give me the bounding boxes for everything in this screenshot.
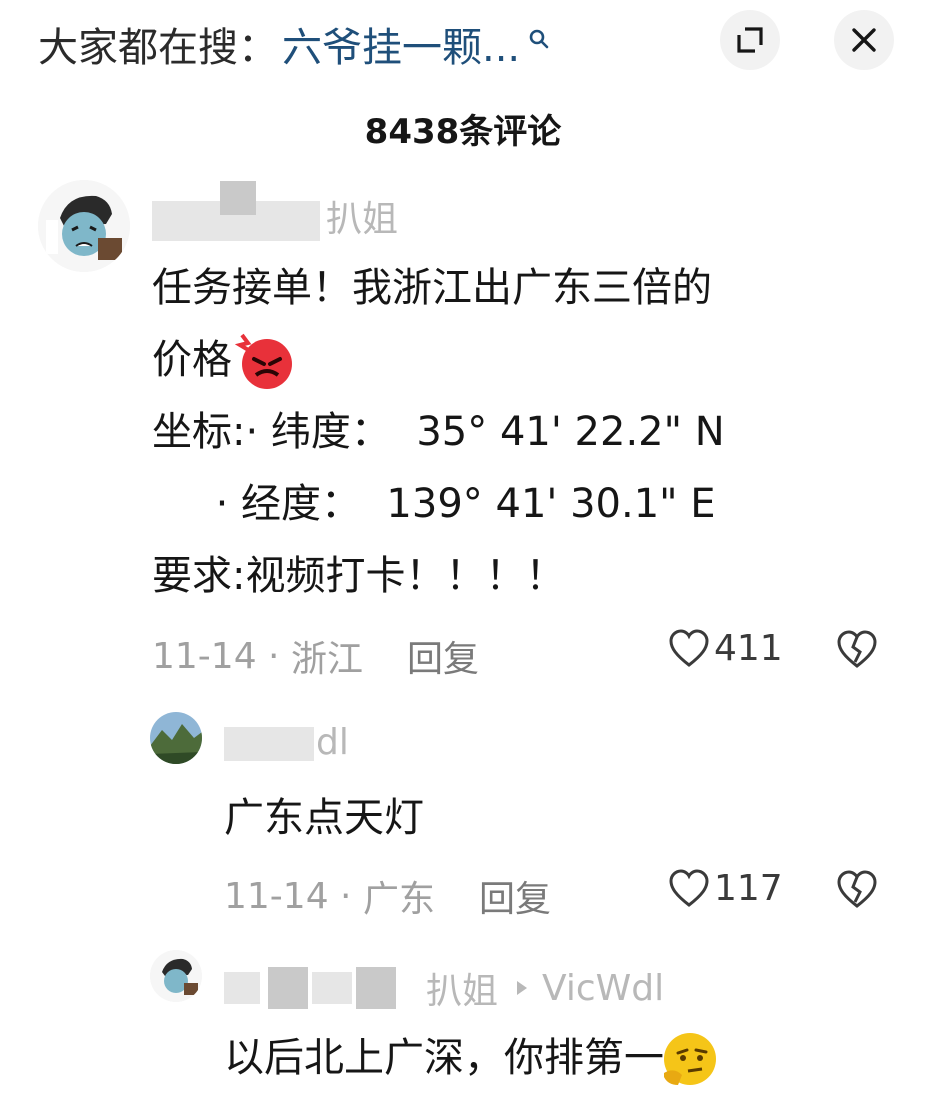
trending-search-prefix: 大家都在搜： xyxy=(38,25,278,71)
redaction-box xyxy=(268,967,308,1009)
comment-line: 要求:视频打卡！！！！ xyxy=(152,553,566,599)
comment-line: 坐标:· 纬度： 35° 41' 22.2" N xyxy=(152,409,725,455)
comment-line: 任务接单！我浙江出广东三倍的 xyxy=(152,265,712,311)
reply-button[interactable]: 回复 xyxy=(479,870,551,922)
reply-to-username[interactable]: VicWdl xyxy=(542,968,664,1009)
reply-username-fragment: dl xyxy=(316,722,349,763)
reply-date: 11-14 xyxy=(224,875,329,917)
reply-username[interactable]: dl xyxy=(224,722,349,763)
reply-button[interactable]: 回复 xyxy=(407,630,479,682)
reply-body: 以后北上广深，你排第一 xyxy=(224,1022,720,1094)
heart-icon xyxy=(669,628,709,667)
comment-line: · 经度： 139° 41' 30.1" E xyxy=(152,481,716,527)
close-icon xyxy=(852,28,876,52)
reply-username-fragment: 扒姐 xyxy=(426,971,499,1012)
like-button[interactable]: 411 xyxy=(668,628,783,669)
reply-meta: 11-14 · 广东 回复 xyxy=(224,870,551,922)
comment-username[interactable]: 扒姐 xyxy=(152,181,399,242)
reply-body: 广东点天灯 xyxy=(224,795,424,841)
search-icon[interactable] xyxy=(528,14,550,60)
comment-location: 浙江 xyxy=(290,639,363,680)
angry-face-emoji-icon xyxy=(234,329,296,391)
comment-body: 任务接单！我浙江出广东三倍的 价格 坐标:· 纬度： 35° 41' 22.2"… xyxy=(152,252,725,612)
avatar[interactable] xyxy=(38,180,130,272)
broken-heart-icon xyxy=(837,870,877,908)
expand-icon xyxy=(737,27,763,53)
thinking-face-emoji-icon xyxy=(658,1027,720,1089)
reply-username[interactable]: 扒姐 VicWdl xyxy=(224,962,664,1014)
heart-icon xyxy=(669,868,709,907)
comment-line-with-emoji: 价格 xyxy=(152,324,725,396)
redaction-box xyxy=(356,967,396,1009)
reply-arrow-icon xyxy=(517,981,528,995)
meta-separator: · xyxy=(328,875,363,917)
like-count: 117 xyxy=(714,868,783,909)
reply-text: 以后北上广深，你排第一 xyxy=(224,1035,664,1081)
reply-location: 广东 xyxy=(362,879,435,920)
trending-search-bar[interactable]: 大家都在搜： 六爷挂一颗... xyxy=(38,14,550,74)
broken-heart-icon xyxy=(837,630,877,668)
dislike-button[interactable] xyxy=(836,630,878,674)
comment-count-title: 8438条评论 xyxy=(364,112,562,152)
obscured-username xyxy=(224,727,314,761)
trending-search-query[interactable]: 六爷挂一颗... xyxy=(282,15,520,73)
comment-meta: 11-14 · 浙江 回复 xyxy=(152,630,479,682)
expand-button[interactable] xyxy=(720,10,780,70)
close-button[interactable] xyxy=(834,10,894,70)
comment-line: 价格 xyxy=(152,337,232,383)
comment-username-fragment: 扒姐 xyxy=(326,199,399,240)
redaction-box xyxy=(220,181,256,215)
like-button[interactable]: 117 xyxy=(668,868,783,909)
meta-separator: · xyxy=(256,635,291,677)
avatar[interactable] xyxy=(150,712,202,764)
avatar[interactable] xyxy=(150,950,202,1002)
like-count: 411 xyxy=(714,628,783,669)
obscured-username xyxy=(224,972,260,1004)
obscured-username xyxy=(312,972,352,1004)
comment-date: 11-14 xyxy=(152,635,257,677)
dislike-button[interactable] xyxy=(836,870,878,914)
